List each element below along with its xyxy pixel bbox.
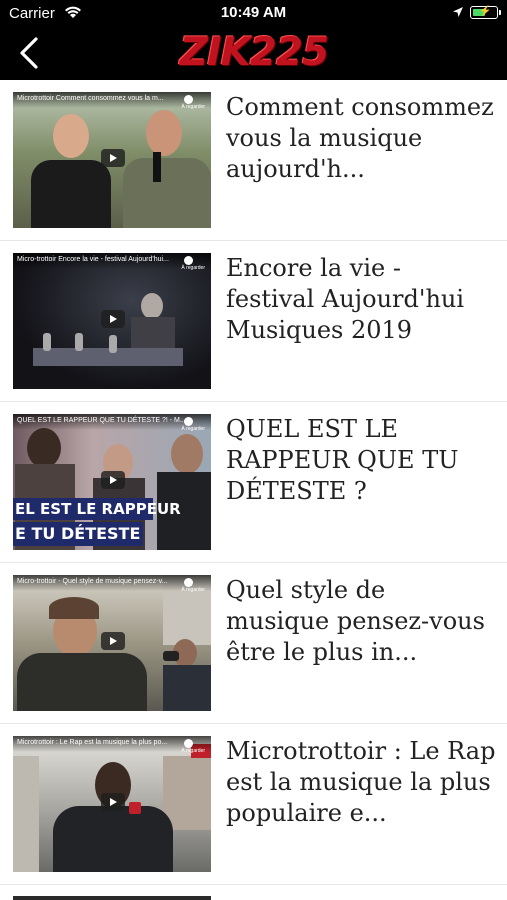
play-icon[interactable] [101,149,125,167]
video-thumbnail[interactable]: EL EST LE RAPPEUR E TU DÉTESTE QUEL EST … [13,414,211,550]
video-thumbnail[interactable]: Microtrottoir Comment consommez vous la … [13,92,211,228]
watch-later-icon[interactable] [184,95,193,104]
watch-later-label: À regarder [181,748,205,754]
watch-later-label: À regarder [181,587,205,593]
watch-later-icon[interactable] [184,578,193,587]
watch-later-label: À regarder [181,426,205,432]
video-thumbnail[interactable]: Micro-trottoir - Quel style de musique p… [13,575,211,711]
watch-later-icon[interactable] [184,417,193,426]
play-icon[interactable] [101,310,125,328]
article-title[interactable]: Quel style de musique pensez-vous être l… [226,575,496,668]
next-item-thumbnail-edge [13,896,211,900]
top-bar: Carrier 10:49 AM ⚡ ZIK225 [0,0,507,80]
watch-later-label: À regarder [181,265,205,271]
play-icon[interactable] [101,632,125,650]
location-arrow-icon [453,7,463,17]
back-chevron-icon[interactable] [14,36,44,70]
thumbnail-overlay-line-1: EL EST LE RAPPEUR [15,500,181,518]
article-item[interactable]: Microtrottoir Comment consommez vous la … [0,80,507,241]
battery-icon: ⚡ [470,6,501,19]
play-icon[interactable] [101,793,125,811]
play-icon[interactable] [101,471,125,489]
article-title[interactable]: QUEL EST LE RAPPEUR QUE TU DÉTESTE ? [226,414,496,507]
article-title[interactable]: Microtrottoir : Le Rap est la musique la… [226,736,496,829]
status-time: 10:49 AM [220,4,287,21]
watch-later-icon[interactable] [184,256,193,265]
article-item[interactable]: Micro-trottoir - Quel style de musique p… [0,563,507,724]
article-title[interactable]: Encore la vie - festival Aujourd'hui Mus… [226,253,496,346]
watch-later-label: À regarder [181,104,205,110]
article-item[interactable]: Microtrottoir : Le Rap est la musique la… [0,724,507,885]
video-thumbnail[interactable]: Microtrottoir : Le Rap est la musique la… [13,736,211,872]
logo-text: ZIK225 [179,29,329,75]
video-thumbnail[interactable]: Micro-trottoir Encore la vie - festival … [13,253,211,389]
watch-later-icon[interactable] [184,739,193,748]
thumbnail-overlay-line-2: E TU DÉTESTE [15,524,141,543]
app-logo: ZIK225 [179,29,329,75]
status-bar: Carrier 10:49 AM ⚡ [0,0,507,28]
article-title[interactable]: Comment consommez vous la musique aujour… [226,92,496,185]
article-item[interactable]: EL EST LE RAPPEUR E TU DÉTESTE QUEL EST … [0,402,507,563]
article-item[interactable]: Micro-trottoir Encore la vie - festival … [0,241,507,402]
